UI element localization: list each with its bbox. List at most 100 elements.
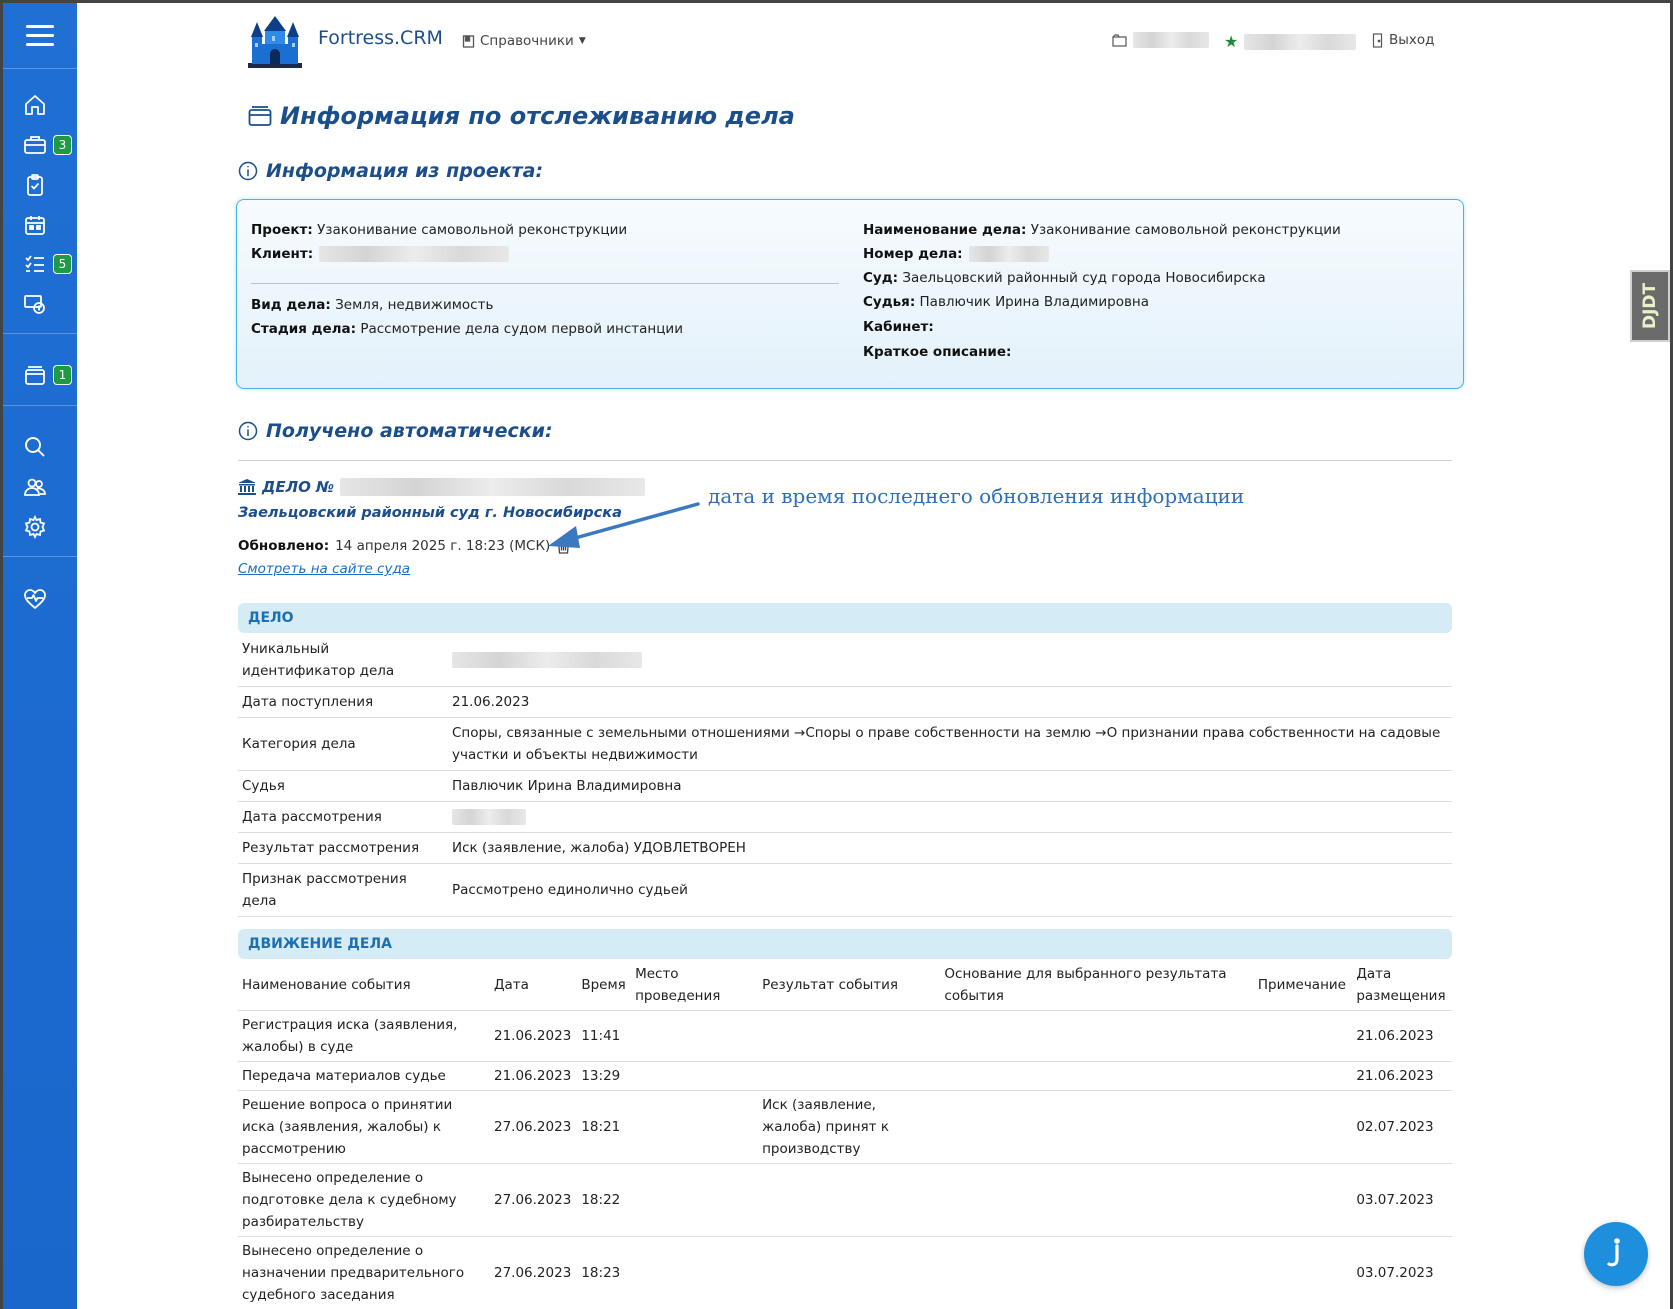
updated-info: Обновлено: 14 апреля 2025 г. 18:23 (МСК) bbox=[238, 537, 571, 554]
table-cell bbox=[758, 1061, 941, 1091]
table-cell: Решение вопроса о принятии иска (заявлен… bbox=[238, 1090, 490, 1164]
auto-info-title: Получено автоматически: bbox=[238, 420, 553, 442]
table-row: Дата поступления 21.06.2023 bbox=[238, 686, 1452, 718]
sidebar-item-settings[interactable] bbox=[3, 509, 77, 545]
table-row: Признак рассмотрения дела Рассмотрено еди… bbox=[238, 863, 1452, 917]
table-cell: 27.06.2023 bbox=[489, 1236, 578, 1309]
field-value: Споры, связанные с земельными отношениям… bbox=[448, 717, 1452, 771]
case-name-field: Наименование дела: Узаконивание самоволь… bbox=[863, 222, 1341, 238]
field-value bbox=[448, 634, 1452, 687]
table-cell bbox=[1253, 1061, 1353, 1091]
sidebar-item-finance[interactable] bbox=[3, 286, 77, 322]
column-header[interactable]: Место проведения bbox=[631, 960, 759, 1011]
table-cell: 27.06.2023 bbox=[489, 1090, 578, 1164]
annotation-text: дата и время последнего обновления инфор… bbox=[708, 484, 1245, 508]
column-header[interactable]: Наименование события bbox=[238, 960, 490, 1011]
hamburger-button[interactable] bbox=[3, 3, 77, 69]
field-label: Категория дела bbox=[238, 717, 448, 771]
case-number-heading: ДЕЛО № bbox=[238, 478, 646, 496]
heart-pulse-icon bbox=[24, 589, 46, 609]
annotation-arrow-icon bbox=[548, 502, 700, 548]
table-cell bbox=[631, 1090, 759, 1164]
table-cell bbox=[940, 1236, 1254, 1309]
column-header[interactable]: Дата размещения bbox=[1352, 960, 1452, 1011]
caret-down-icon: ▼ bbox=[578, 36, 586, 46]
table-cell: 11:41 bbox=[577, 1010, 632, 1062]
column-header[interactable]: Результат события bbox=[758, 960, 941, 1011]
table-row: Вынесено определение о подготовке дела к… bbox=[238, 1163, 1452, 1237]
court-site-link[interactable]: Смотреть на сайте суда bbox=[238, 561, 410, 577]
sidebar-item-users[interactable] bbox=[3, 469, 77, 505]
table-cell: 18:21 bbox=[577, 1090, 632, 1164]
tasks-count-badge: 5 bbox=[53, 254, 72, 274]
gear-icon bbox=[24, 515, 46, 539]
table-cell: 18:22 bbox=[577, 1163, 632, 1237]
search-icon bbox=[25, 437, 45, 457]
auto-info-title-text: Получено автоматически: bbox=[266, 420, 553, 442]
description-field: Краткое описание: bbox=[863, 344, 1012, 360]
user-office-menu[interactable] bbox=[1112, 32, 1209, 48]
table-cell bbox=[940, 1163, 1254, 1237]
field-label: Признак рассмотрения дела bbox=[238, 863, 448, 917]
column-header[interactable]: Время bbox=[577, 960, 632, 1011]
table-cell: 21.06.2023 bbox=[1352, 1061, 1452, 1091]
briefcase-icon bbox=[24, 136, 46, 154]
column-header[interactable]: Основание для выбранного результата собы… bbox=[940, 960, 1254, 1011]
table-cell bbox=[940, 1090, 1254, 1164]
table-cell: 21.06.2023 bbox=[1352, 1010, 1452, 1062]
sidebar-item-search[interactable] bbox=[3, 429, 77, 465]
table-cell bbox=[1253, 1163, 1353, 1237]
chat-widget-button[interactable] bbox=[1584, 1222, 1648, 1286]
info-divider bbox=[251, 283, 839, 284]
sidebar-item-task-list[interactable]: 5 bbox=[3, 246, 77, 282]
page-title-text: Информация по отслеживанию дела bbox=[280, 102, 795, 130]
case-number-label: ДЕЛО № bbox=[262, 478, 335, 496]
table-cell: 03.07.2023 bbox=[1352, 1163, 1452, 1237]
sidebar-item-health[interactable] bbox=[3, 581, 77, 617]
chat-icon bbox=[1607, 1238, 1620, 1267]
logout-button[interactable]: Выход bbox=[1372, 32, 1435, 48]
sidebar-item-tasks-done[interactable] bbox=[3, 167, 77, 203]
table-cell bbox=[631, 1163, 759, 1237]
case-number-field: Номер дела: bbox=[863, 246, 1049, 262]
brand-title[interactable]: Fortress.CRM bbox=[318, 27, 443, 49]
table-cell bbox=[940, 1061, 1254, 1091]
debug-toolbar-tab[interactable]: DJDT bbox=[1630, 270, 1670, 342]
office-field: Кабинет: bbox=[863, 319, 934, 335]
reference-menu-dropdown[interactable]: Справочники ▼ bbox=[462, 33, 586, 49]
sidebar-item-cases[interactable]: 1 bbox=[3, 357, 77, 393]
star-icon: ★ bbox=[1224, 32, 1239, 51]
table-cell: 18:23 bbox=[577, 1236, 632, 1309]
money-settings-icon bbox=[24, 295, 45, 314]
sidebar-item-calendar[interactable] bbox=[3, 207, 77, 243]
projects-count-badge: 3 bbox=[53, 135, 72, 155]
cards-icon bbox=[25, 366, 45, 385]
reference-menu-label: Справочники bbox=[480, 33, 574, 49]
table-cell bbox=[1253, 1090, 1353, 1164]
sidebar-item-projects[interactable]: 3 bbox=[3, 127, 77, 163]
table-cell: Вынесено определение о назначении предва… bbox=[238, 1236, 490, 1309]
logout-label: Выход bbox=[1389, 32, 1435, 48]
calendar-icon bbox=[25, 216, 45, 235]
table-row: Вынесено определение о назначении предва… bbox=[238, 1236, 1452, 1309]
updated-label: Обновлено: bbox=[238, 537, 330, 554]
sidebar-separator bbox=[3, 556, 77, 557]
door-icon bbox=[1372, 32, 1383, 48]
field-value bbox=[448, 801, 1452, 833]
table-cell: Передача материалов судье bbox=[238, 1061, 490, 1091]
clipboard-check-icon bbox=[27, 174, 43, 196]
table-row: Категория дела Споры, связанные с земельн… bbox=[238, 717, 1452, 771]
field-value: Иск (заявление, жалоба) УДОВЛЕТВОРЕН bbox=[448, 832, 1452, 864]
column-header[interactable]: Дата bbox=[489, 960, 578, 1011]
sidebar-separator bbox=[3, 333, 77, 334]
project-info-title: Информация из проекта: bbox=[238, 160, 543, 182]
table-row: Дата рассмотрения bbox=[238, 801, 1452, 833]
case-stage-field: Стадия дела: Рассмотрение дела судом пер… bbox=[251, 321, 683, 337]
section-divider bbox=[238, 460, 1452, 461]
sidebar-item-home[interactable] bbox=[3, 87, 77, 123]
user-profile-menu[interactable]: ★ bbox=[1224, 32, 1357, 51]
column-header[interactable]: Примечание bbox=[1253, 960, 1353, 1011]
project-info-box: Проект: Узаконивание самовольной реконст… bbox=[236, 199, 1464, 389]
table-cell: 27.06.2023 bbox=[489, 1163, 578, 1237]
page-title: Информация по отслеживанию дела bbox=[248, 102, 795, 130]
